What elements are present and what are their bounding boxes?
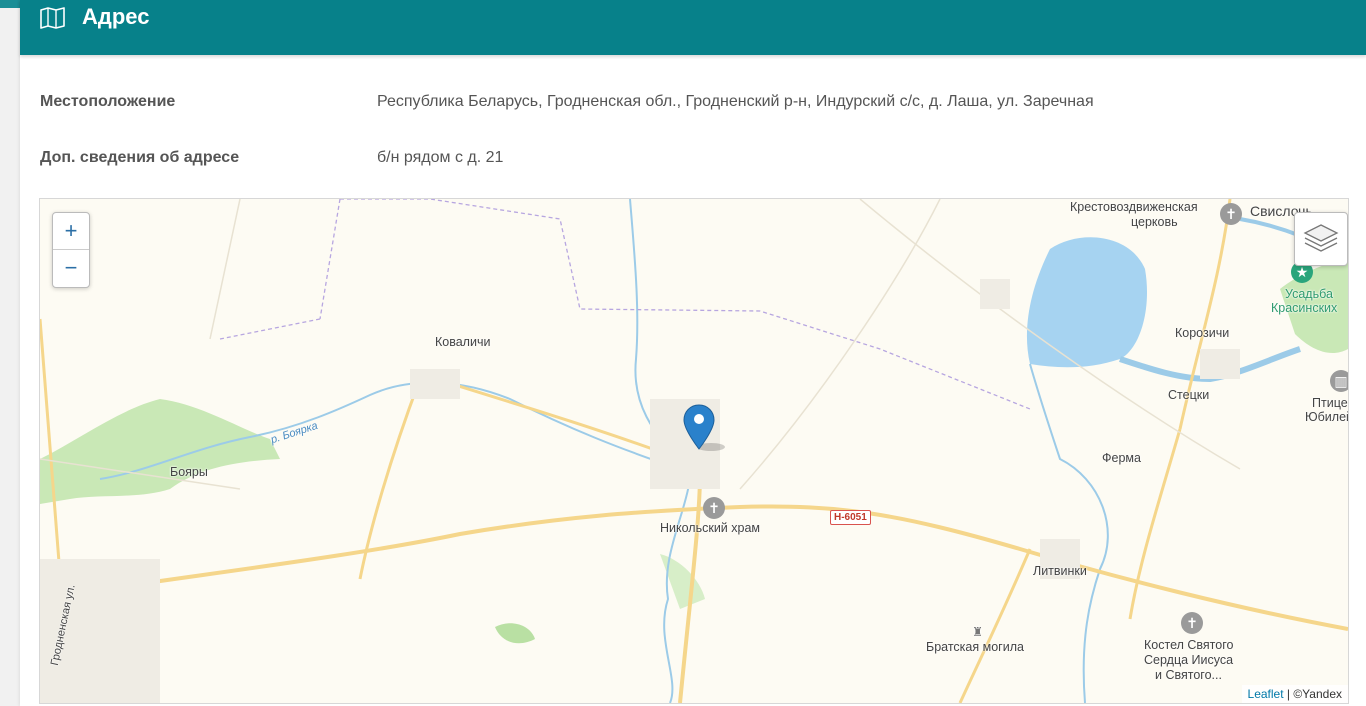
map-label-usadba-1: Усадьба bbox=[1285, 287, 1333, 301]
map-label-krestovozdv-2: церковь bbox=[1131, 215, 1178, 229]
address-extra-label: Доп. сведения об адресе bbox=[40, 149, 240, 166]
monument-icon[interactable]: ♜ bbox=[972, 624, 983, 639]
zoom-control: + − bbox=[52, 212, 90, 288]
map-label-boyary: Бояры bbox=[170, 465, 208, 479]
map-label-korozichi: Корозичи bbox=[1175, 326, 1230, 340]
zoom-out-button[interactable]: − bbox=[53, 250, 89, 286]
map-label-kostel-2: Сердца Иисуса bbox=[1144, 653, 1234, 667]
attribution-text: ©Yandex bbox=[1293, 687, 1342, 701]
location-pin-icon[interactable] bbox=[683, 403, 733, 458]
map-label-ferma: Ферма bbox=[1102, 451, 1141, 465]
layers-button[interactable] bbox=[1294, 212, 1348, 266]
attribution-separator: | bbox=[1283, 687, 1294, 701]
map-label-ptitsefab-1: Птицефаб bbox=[1312, 396, 1348, 410]
location-label: Местоположение bbox=[40, 93, 176, 110]
map-view[interactable]: Коваличи р. Боярка Бояры ✝ Никольский хр… bbox=[39, 198, 1349, 704]
factory-icon[interactable]: ▥ bbox=[1330, 370, 1348, 392]
church-icon[interactable]: ✝ bbox=[1220, 203, 1242, 225]
map-label-stetski: Стецки bbox=[1168, 388, 1210, 402]
map-label-kostel-1: Костел Святого bbox=[1144, 638, 1234, 652]
leaflet-link[interactable]: Leaflet bbox=[1248, 687, 1284, 701]
map-label-usadba-2: Красинских bbox=[1271, 301, 1338, 315]
layers-icon bbox=[1295, 224, 1347, 269]
map-label-kostel-3: и Святого... bbox=[1155, 668, 1222, 682]
church-icon[interactable]: ✝ bbox=[703, 497, 725, 519]
map-attribution: Leaflet | ©Yandex bbox=[1241, 685, 1348, 703]
map-icon bbox=[38, 6, 68, 30]
map-label-krestovozdv-1: Крестовоздвиженская bbox=[1070, 200, 1198, 214]
zoom-in-button[interactable]: + bbox=[53, 213, 89, 250]
road-number-badge: Н-6051 bbox=[830, 510, 871, 525]
card-title: Адрес bbox=[82, 4, 150, 29]
map-label-ptitsefab-2: Юбилейн bbox=[1305, 410, 1348, 424]
location-value: Республика Беларусь, Гродненская обл., Г… bbox=[377, 93, 1094, 110]
map-label-church: Никольский храм bbox=[660, 521, 761, 535]
map-label-kovalichi: Коваличи bbox=[435, 335, 491, 349]
map-label-litvinki: Литвинки bbox=[1033, 564, 1087, 578]
address-card: Адрес Местоположение Республика Беларусь… bbox=[20, 0, 1366, 706]
map-label-bratskaya: Братская могила bbox=[926, 640, 1024, 654]
address-extra-value: б/н рядом с д. 21 bbox=[377, 149, 504, 166]
church-icon[interactable]: ✝ bbox=[1181, 612, 1203, 634]
card-header: Адрес bbox=[20, 0, 1366, 55]
